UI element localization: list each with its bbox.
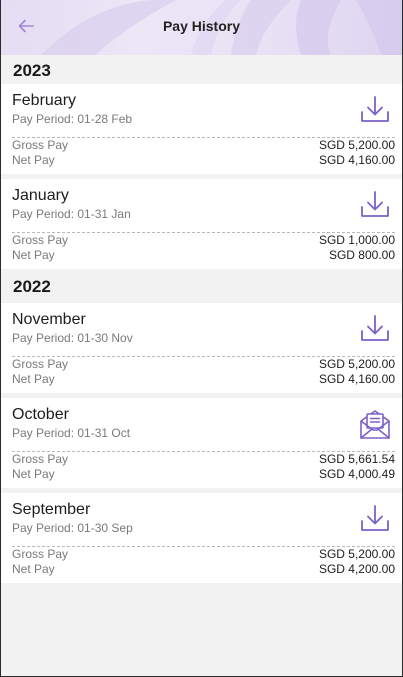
net-pay-value: SGD 4,160.00 — [318, 153, 395, 167]
net-pay-row: Net Pay SGD 4,160.00 — [12, 372, 395, 387]
download-button[interactable] — [358, 93, 392, 127]
payslip-month: September — [12, 501, 91, 518]
net-pay-row: Net Pay SGD 4,200.00 — [12, 562, 395, 577]
year-heading: 2022 — [1, 274, 402, 300]
gross-pay-value: SGD 5,200.00 — [318, 138, 395, 152]
gross-pay-value: SGD 5,200.00 — [318, 547, 395, 561]
payslip-card-january[interactable]: January Pay Period: 01-31 Jan Gross Pay … — [1, 179, 402, 269]
gross-pay-value: SGD 1,000.00 — [318, 233, 395, 247]
view-payslip-button[interactable] — [358, 407, 392, 441]
payslip-card-september[interactable]: September Pay Period: 01-30 Sep Gross Pa… — [1, 493, 402, 583]
download-button[interactable] — [358, 502, 392, 536]
gross-pay-label: Gross Pay — [12, 138, 69, 152]
payslip-period: Pay Period: 01-28 Feb — [12, 112, 133, 126]
pay-history-screen: Pay History 2023 February Pay Period: 01… — [0, 0, 403, 677]
net-pay-value: SGD 4,200.00 — [318, 562, 395, 576]
payslip-period: Pay Period: 01-31 Oct — [12, 426, 131, 440]
payslip-card-header: January Pay Period: 01-31 Jan — [12, 186, 395, 233]
net-pay-value: SGD 4,000.49 — [318, 467, 395, 481]
pay-history-list: 2023 February Pay Period: 01-28 Feb Gros… — [1, 55, 402, 676]
download-icon — [361, 505, 389, 531]
gross-pay-label: Gross Pay — [12, 547, 69, 561]
year-heading: 2023 — [1, 58, 402, 84]
app-header: Pay History — [1, 0, 402, 55]
gross-pay-value: SGD 5,200.00 — [318, 357, 395, 371]
payslip-period: Pay Period: 01-30 Nov — [12, 331, 133, 345]
download-icon — [361, 315, 389, 341]
download-icon — [361, 96, 389, 122]
payslip-card-header: September Pay Period: 01-30 Sep — [12, 500, 395, 547]
payslip-card-february[interactable]: February Pay Period: 01-28 Feb Gross Pay… — [1, 84, 402, 174]
payslip-card-header: October Pay Period: 01-31 Oct — [12, 405, 395, 452]
net-pay-row: Net Pay SGD 4,000.49 — [12, 467, 395, 482]
payslip-month: January — [12, 187, 69, 204]
net-pay-value: SGD 4,160.00 — [318, 372, 395, 386]
net-pay-label: Net Pay — [12, 248, 55, 262]
net-pay-label: Net Pay — [12, 153, 55, 167]
payslip-card-header: February Pay Period: 01-28 Feb — [12, 91, 395, 138]
net-pay-row: Net Pay SGD 800.00 — [12, 248, 395, 263]
payslip-period: Pay Period: 01-30 Sep — [12, 521, 133, 535]
open-envelope-icon — [360, 410, 390, 439]
gross-pay-row: Gross Pay SGD 5,661.54 — [12, 452, 395, 467]
download-button[interactable] — [358, 188, 392, 222]
gross-pay-row: Gross Pay SGD 5,200.00 — [12, 357, 395, 372]
gross-pay-row: Gross Pay SGD 5,200.00 — [12, 138, 395, 153]
download-icon — [361, 191, 389, 217]
net-pay-label: Net Pay — [12, 562, 55, 576]
payslip-card-header: November Pay Period: 01-30 Nov — [12, 310, 395, 357]
page-title: Pay History — [162, 18, 241, 34]
download-button[interactable] — [358, 312, 392, 346]
net-pay-value: SGD 800.00 — [328, 248, 395, 262]
payslip-card-october[interactable]: October Pay Period: 01-31 Oct Gross Pay … — [1, 398, 402, 488]
payslip-card-november[interactable]: November Pay Period: 01-30 Nov Gross Pay… — [1, 303, 402, 393]
net-pay-row: Net Pay SGD 4,160.00 — [12, 153, 395, 168]
payslip-month: February — [12, 92, 77, 109]
net-pay-label: Net Pay — [12, 467, 55, 481]
gross-pay-label: Gross Pay — [12, 357, 69, 371]
gross-pay-label: Gross Pay — [12, 452, 69, 466]
gross-pay-row: Gross Pay SGD 1,000.00 — [12, 233, 395, 248]
payslip-period: Pay Period: 01-31 Jan — [12, 207, 131, 221]
gross-pay-label: Gross Pay — [12, 233, 69, 247]
payslip-month: November — [12, 311, 86, 328]
payslip-month: October — [12, 406, 69, 423]
gross-pay-value: SGD 5,661.54 — [318, 452, 395, 466]
gross-pay-row: Gross Pay SGD 5,200.00 — [12, 547, 395, 562]
net-pay-label: Net Pay — [12, 372, 55, 386]
